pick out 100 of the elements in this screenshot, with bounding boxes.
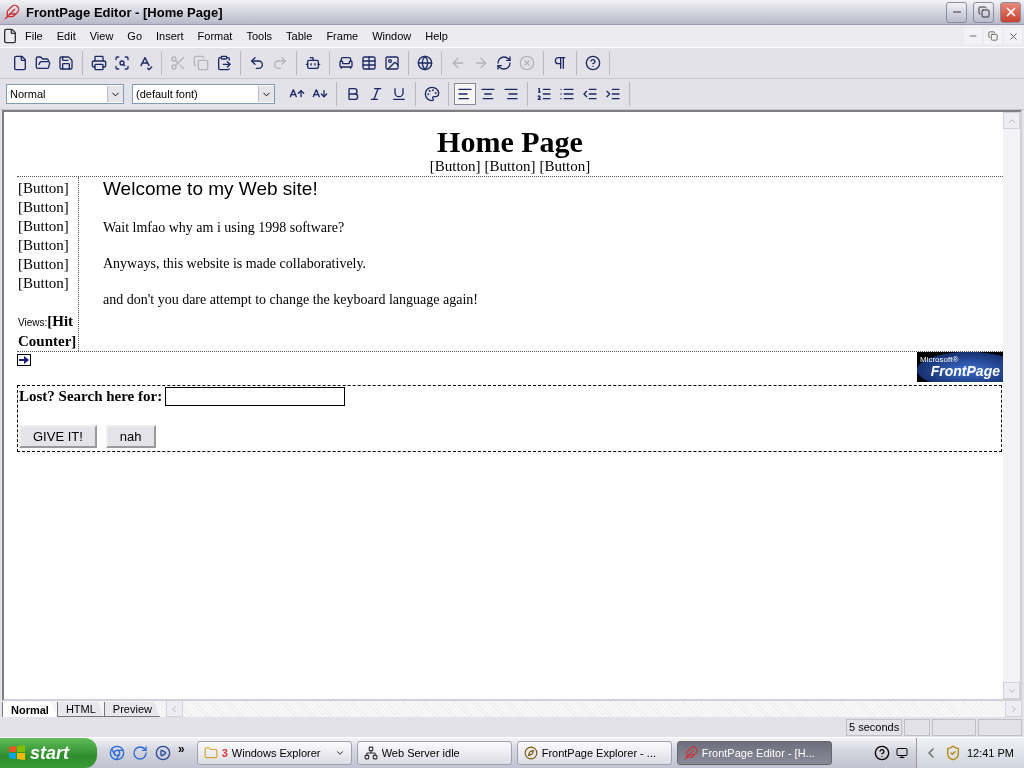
document-icon <box>2 28 18 44</box>
more-button[interactable]: » <box>178 742 185 756</box>
paragraph: and don't you dare attempt to change the keyboard language again! <box>103 291 478 308</box>
reset-button[interactable]: nah <box>105 425 156 448</box>
align-right-icon <box>503 86 519 102</box>
compass-icon <box>523 746 538 760</box>
save-icon <box>58 55 74 71</box>
arrow-icon <box>17 354 31 366</box>
help-icon[interactable] <box>873 745 890 761</box>
search-label: Lost? Search here for: <box>19 388 163 405</box>
task-label: Web Server idle <box>381 747 461 759</box>
robot-icon <box>305 55 321 71</box>
logo-text: FrontPage <box>929 364 1000 379</box>
align-left-button[interactable] <box>454 83 476 105</box>
paragraph: Anyways, this website is made collaboratively. <box>103 255 368 272</box>
undo-icon <box>249 55 265 71</box>
menu-item[interactable]: Help <box>418 28 455 44</box>
pilcrow-icon <box>552 55 568 71</box>
print-icon <box>91 55 107 71</box>
menu-item[interactable]: Go <box>120 28 150 44</box>
start-button[interactable]: start <box>0 738 97 768</box>
view-tab[interactable]: Normal <box>2 702 57 717</box>
nav-link[interactable]: [Button] <box>429 158 481 175</box>
submit-button[interactable]: GIVE IT! <box>19 425 97 448</box>
italic-icon <box>368 86 384 102</box>
align-left-icon <box>457 86 473 102</box>
menu-item[interactable]: Edit <box>49 28 83 44</box>
page-heading: Home Page <box>436 126 584 158</box>
vertical-scrollbar[interactable] <box>1003 112 1020 699</box>
table-icon <box>361 55 377 71</box>
task-label: FrontPage Explorer - ... <box>541 747 657 759</box>
taskbar-button[interactable]: 3 Windows Explorer <box>196 741 352 765</box>
status-panel <box>904 718 930 736</box>
browser-icon <box>109 745 125 761</box>
back-icon <box>450 55 466 71</box>
menu-item[interactable]: Window <box>365 28 419 44</box>
redo-icon <box>272 55 288 71</box>
nav-link[interactable]: [Button] <box>18 179 78 198</box>
close-button[interactable] <box>1004 28 1022 44</box>
forward-icon <box>473 55 489 71</box>
refresh-icon <box>496 55 512 71</box>
menu-item[interactable]: Frame <box>319 28 366 44</box>
restore-icon <box>977 6 990 18</box>
minimize-button[interactable] <box>946 1 967 23</box>
taskbar-button[interactable]: FrontPage Editor - [H... <box>676 741 832 765</box>
feather-icon <box>4 4 20 20</box>
clock: 12:41 PM <box>966 747 1014 759</box>
network-icon <box>363 746 378 760</box>
menu-item[interactable]: Table <box>279 28 320 44</box>
welcome-heading: Welcome to my Web site! <box>103 178 319 200</box>
outdent-icon <box>582 86 598 102</box>
bold-icon <box>345 86 361 102</box>
indent-icon <box>605 86 621 102</box>
copy-icon <box>193 55 209 71</box>
menu-item[interactable]: Insert <box>149 28 191 44</box>
restore-button[interactable] <box>973 1 994 23</box>
menu-item[interactable]: Format <box>190 28 240 44</box>
close-icon <box>1007 30 1019 42</box>
nav-link[interactable]: [Button] <box>484 158 536 175</box>
font-dropdown[interactable]: (default font) <box>132 84 275 104</box>
palette-icon <box>424 86 440 102</box>
restore-button[interactable] <box>984 28 1002 44</box>
menu-item[interactable]: View <box>82 28 121 44</box>
taskbar-button[interactable]: Web Server idle <box>356 741 512 765</box>
nav-link[interactable]: [Button] <box>18 236 78 255</box>
window-count: 3 <box>221 747 228 759</box>
image-icon <box>384 55 400 71</box>
status-panel: 5 seconds <box>846 718 902 736</box>
status-panel <box>932 718 976 736</box>
new-page-icon <box>12 55 28 71</box>
menu-item[interactable]: Tools <box>239 28 280 44</box>
nav-link[interactable]: [Button] <box>18 198 78 217</box>
windows-flag-icon <box>8 744 26 762</box>
style-dropdown[interactable]: Normal <box>6 84 124 104</box>
view-tab[interactable]: HTML <box>56 702 104 717</box>
search-field[interactable] <box>165 387 346 406</box>
shield-icon[interactable] <box>944 745 961 761</box>
task-label: FrontPage Editor - [H... <box>701 747 816 759</box>
task-label: Windows Explorer <box>231 747 322 759</box>
nav-link[interactable]: [Button] <box>539 158 591 175</box>
play-icon <box>155 745 171 761</box>
hit-counter: Views:[Hit Counter] <box>18 312 78 351</box>
folder-icon <box>203 746 218 760</box>
display-icon[interactable] <box>895 747 908 759</box>
nav-link[interactable]: [Button] <box>18 217 78 236</box>
nav-link[interactable]: [Button] <box>18 274 78 293</box>
view-tab[interactable]: Preview <box>103 702 160 717</box>
taskbar-button[interactable]: FrontPage Explorer - ... <box>516 741 672 765</box>
help-icon <box>585 55 601 71</box>
numbered-list-icon <box>536 86 552 102</box>
stop-icon <box>519 55 535 71</box>
close-button[interactable] <box>1000 1 1021 23</box>
paste-icon <box>216 55 232 71</box>
horizontal-scrollbar[interactable] <box>166 700 1022 717</box>
nav-link[interactable]: [Button] <box>18 255 78 274</box>
paragraph: Wait lmfao why am i using 1998 software? <box>103 219 346 236</box>
preview-icon <box>114 55 130 71</box>
underline-icon <box>391 86 407 102</box>
open-folder-icon <box>35 55 51 71</box>
menu-item[interactable]: File <box>18 28 50 44</box>
